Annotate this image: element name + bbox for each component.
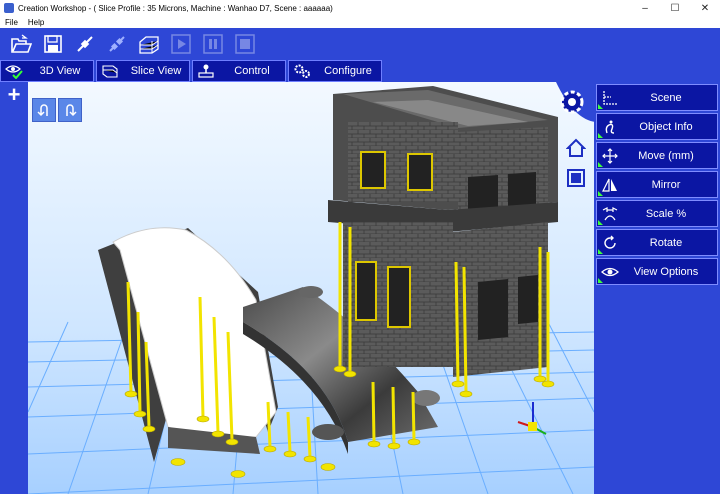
- slice-icon: [139, 36, 159, 54]
- undo-icon: [37, 104, 48, 117]
- undo-button[interactable]: [32, 98, 56, 122]
- panel-object-info-button[interactable]: Object Info: [596, 113, 718, 140]
- slice-view-icon: [101, 63, 119, 79]
- save-icon: [44, 35, 62, 53]
- pause-icon: [203, 34, 223, 54]
- panel-move-button[interactable]: Move (mm): [596, 142, 718, 169]
- tab-label: Slice View: [130, 65, 182, 77]
- eye-check-icon: [5, 63, 23, 79]
- panel-label: Scene: [650, 91, 682, 104]
- panel-label: Scale %: [645, 207, 687, 220]
- panel-rotate-button[interactable]: Rotate: [596, 229, 718, 256]
- panel-label: Object Info: [639, 120, 693, 133]
- connect-button[interactable]: [74, 33, 96, 55]
- window-title: Creation Workshop - ( Slice Profile : 35…: [18, 3, 333, 13]
- expand-plus-button[interactable]: +: [4, 84, 24, 106]
- disconnect-icon: [109, 36, 125, 52]
- save-button[interactable]: [42, 33, 64, 55]
- connect-icon: [77, 36, 93, 52]
- play-button[interactable]: [170, 33, 192, 55]
- left-strip: [0, 82, 28, 494]
- tab-label: Control: [234, 65, 270, 77]
- tab-configure[interactable]: Configure: [288, 60, 382, 82]
- app-icon: [4, 3, 14, 13]
- redo-button[interactable]: [58, 98, 82, 122]
- home-icon: [566, 138, 586, 157]
- title-bar: Creation Workshop - ( Slice Profile : 35…: [0, 0, 720, 16]
- panel-label: Rotate: [649, 236, 683, 249]
- tab-control[interactable]: Control: [192, 60, 286, 82]
- tab-slice-view[interactable]: Slice View: [96, 60, 190, 82]
- close-button[interactable]: ✕: [690, 0, 720, 16]
- panel-label: Move (mm): [638, 149, 694, 162]
- main-toolbar: [0, 28, 720, 60]
- open-icon: [11, 34, 32, 53]
- tab-3d-view[interactable]: 3D View: [0, 60, 94, 82]
- joystick-icon: [197, 63, 215, 79]
- panel-label: Mirror: [651, 178, 681, 191]
- panel-mirror-button[interactable]: Mirror: [596, 171, 718, 198]
- tab-label: 3D View: [39, 65, 81, 77]
- menu-bar: File Help: [0, 16, 720, 28]
- stop-icon: [235, 34, 255, 54]
- scene-canvas[interactable]: [28, 82, 594, 494]
- tab-label: Configure: [324, 65, 372, 77]
- menu-help[interactable]: Help: [23, 18, 49, 27]
- maximize-button[interactable]: ☐: [660, 0, 690, 16]
- panel-label: View Options: [633, 265, 699, 278]
- settings-gear-icon[interactable]: [556, 82, 596, 122]
- 3d-viewport[interactable]: [28, 82, 594, 494]
- view-tabs: 3D View Slice View Control Configure: [0, 60, 600, 82]
- redo-icon: [66, 104, 77, 117]
- undo-redo-group: [32, 98, 84, 122]
- home-view-button[interactable]: [566, 138, 586, 158]
- disconnect-button[interactable]: [106, 33, 128, 55]
- building-model[interactable]: [328, 86, 558, 377]
- panel-scene-button[interactable]: Scene: [596, 84, 718, 111]
- play-icon: [171, 34, 191, 54]
- open-button[interactable]: [10, 33, 32, 55]
- pause-button[interactable]: [202, 33, 224, 55]
- panel-scale-button[interactable]: Scale %: [596, 200, 718, 227]
- menu-file[interactable]: File: [0, 18, 23, 27]
- stop-button[interactable]: [234, 33, 256, 55]
- gears-icon: [293, 63, 311, 79]
- slice-button[interactable]: [138, 33, 160, 55]
- fit-view-button[interactable]: [566, 168, 586, 188]
- panel-view-options-button[interactable]: View Options: [596, 258, 718, 285]
- minimize-button[interactable]: –: [630, 0, 660, 16]
- frame-icon: [567, 169, 585, 187]
